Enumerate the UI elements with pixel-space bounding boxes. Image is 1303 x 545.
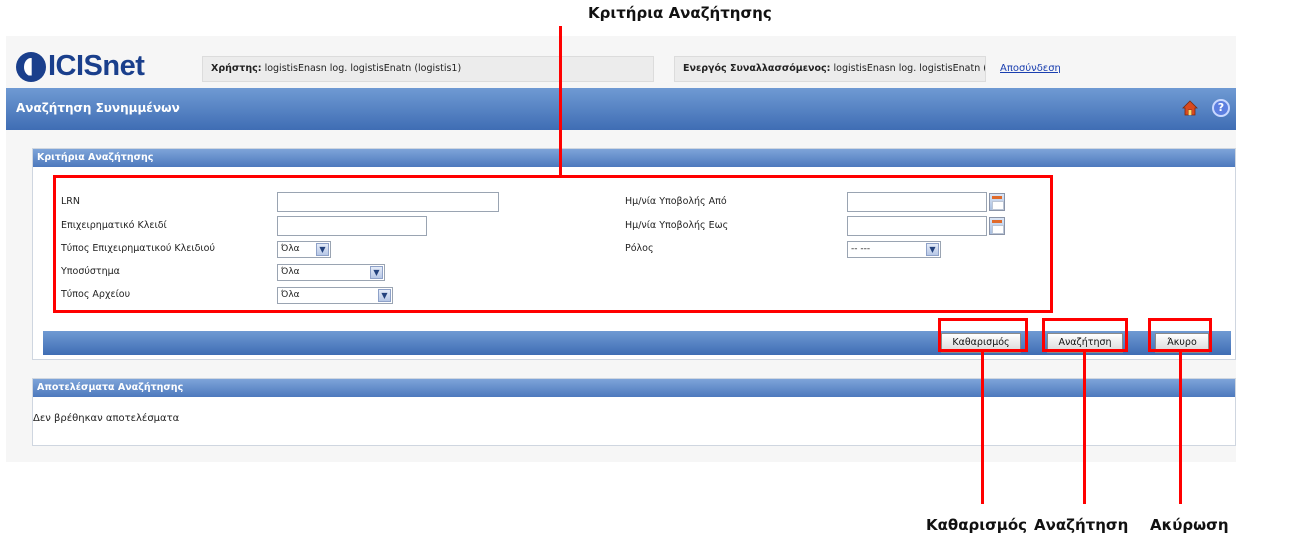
active-trader-label: Ενεργός Συναλλασσόμενος: [683,63,831,74]
annotation-line [559,26,562,176]
user-value: logistisEnasn log. logistisEnatn (logist… [264,63,462,74]
annotation-line [981,352,984,504]
logo-icon [16,51,46,82]
annotation-clear-box [938,318,1028,352]
search-criteria-header: Κριτήρια Αναζήτησης [33,149,1235,167]
no-results-message: Δεν βρέθηκαν αποτελέσματα [33,413,180,424]
results-header: Αποτελέσματα Αναζήτησης [33,379,1235,397]
annotation-search-criteria: Κριτήρια Αναζήτησης [588,4,772,22]
results-panel: Αποτελέσματα Αναζήτησης Δεν βρέθηκαν απο… [32,378,1236,446]
annotation-criteria-box [53,175,1053,313]
annotation-search: Αναζήτηση [1034,516,1129,534]
annotation-search-box [1042,318,1128,352]
active-trader-info: Ενεργός Συναλλασσόμενος: logistisEnasn l… [674,56,986,82]
page-title: Αναζήτηση Συνημμένων [16,101,180,115]
logout-link[interactable]: Αποσύνδεση [1000,63,1061,74]
annotation-cancel: Ακύρωση [1150,516,1229,534]
annotation-clear: Καθαρισμός [926,516,1028,534]
user-label: Χρήστης: [211,63,262,74]
annotation-cancel-box [1148,318,1212,352]
home-icon[interactable] [1182,100,1198,116]
icisnet-logo: ICISnet [16,50,145,83]
help-icon[interactable]: ? [1212,99,1230,117]
active-trader-value: logistisEnasn log. logistisEnatn (GR0455… [833,63,986,74]
page-title-bar: Αναζήτηση Συνημμένων ? [6,88,1236,130]
annotation-line [1179,352,1182,504]
logo-text: ICISnet [48,50,145,82]
annotation-line [1083,352,1086,504]
user-info: Χρήστης: logistisEnasn log. logistisEnat… [202,56,654,82]
